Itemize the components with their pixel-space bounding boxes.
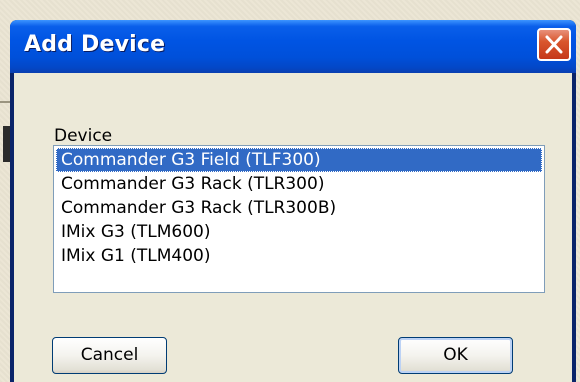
list-item[interactable]: Commander G3 Rack (TLR300) (56, 172, 542, 196)
title-bar[interactable]: Add Device (10, 20, 576, 73)
list-item[interactable]: Commander G3 Rack (TLR300B) (56, 196, 542, 220)
list-item[interactable]: IMix G1 (TLM400) (56, 244, 542, 268)
list-item[interactable]: Commander G3 Field (TLF300) (56, 148, 542, 172)
device-listbox[interactable]: Commander G3 Field (TLF300) Commander G3… (53, 145, 545, 293)
close-button[interactable] (537, 28, 571, 61)
dialog-title: Add Device (24, 32, 166, 57)
dialog-body: Device Commander G3 Field (TLF300) Comma… (14, 73, 572, 382)
add-device-dialog: Add Device Device Commander G3 Field (TL… (10, 20, 576, 382)
ok-button[interactable]: OK (398, 337, 513, 374)
list-item[interactable]: IMix G3 (TLM600) (56, 220, 542, 244)
close-icon (545, 35, 563, 54)
cancel-button[interactable]: Cancel (52, 337, 167, 374)
device-label: Device (54, 126, 113, 146)
